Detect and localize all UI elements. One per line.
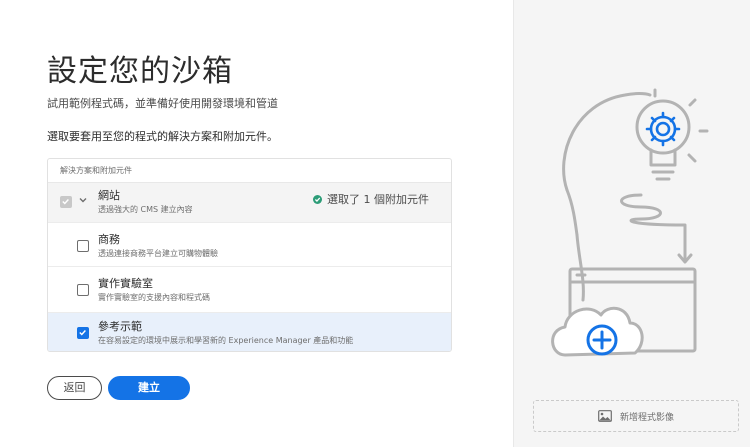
sites-description: 透過強大的 CMS 建立內容 xyxy=(98,205,193,214)
check-circle-icon xyxy=(313,194,322,204)
sites-title: 網站 xyxy=(98,189,120,202)
page-title: 設定您的沙箱 xyxy=(47,54,233,89)
solutions-list: 解決方案和附加元件 網站 透過強大的 CMS 建立內容 選取了 1 個附加元件 … xyxy=(47,158,452,352)
image-icon xyxy=(598,410,612,422)
labs-description: 實作實驗室的支援內容和程式碼 xyxy=(98,293,210,302)
main-panel: 設定您的沙箱 試用範例程式碼，並準備好使用開發環境和管道 選取要套用至您的程式的… xyxy=(0,0,513,447)
labs-title: 實作實驗室 xyxy=(98,277,153,290)
commerce-checkbox[interactable] xyxy=(77,240,89,252)
back-button[interactable]: 返回 xyxy=(47,376,102,400)
add-image-label: 新增程式影像 xyxy=(619,412,674,423)
solution-row-labs[interactable]: 實作實驗室 實作實驗室的支援內容和程式碼 xyxy=(48,267,451,313)
reference-demos-description: 在容易設定的環境中展示和學習新的 Experience Manager 產品和功… xyxy=(98,336,354,345)
create-button[interactable]: 建立 xyxy=(108,376,190,400)
chevron-down-icon[interactable] xyxy=(78,195,88,205)
reference-demos-checkbox[interactable] xyxy=(77,327,89,339)
sites-checkbox xyxy=(60,196,72,208)
reference-demos-title: 參考示範 xyxy=(98,320,142,333)
solution-row-commerce[interactable]: 商務 透過連接商務平台建立可購物體驗 xyxy=(48,223,451,267)
solution-row-sites[interactable]: 網站 透過強大的 CMS 建立內容 選取了 1 個附加元件 xyxy=(48,183,451,223)
commerce-description: 透過連接商務平台建立可購物體驗 xyxy=(98,249,218,258)
add-program-image-button[interactable]: 新增程式影像 xyxy=(533,400,739,432)
labs-checkbox[interactable] xyxy=(77,284,89,296)
addon-status-text: 選取了 1 個附加元件 xyxy=(327,193,429,206)
page-subtitle: 試用範例程式碼，並準備好使用開發環境和管道 xyxy=(47,97,278,110)
sandbox-illustration xyxy=(551,88,709,357)
commerce-title: 商務 xyxy=(98,233,120,246)
addon-status: 選取了 1 個附加元件 xyxy=(313,191,429,207)
solutions-list-header: 解決方案和附加元件 xyxy=(48,159,451,183)
selection-prompt: 選取要套用至您的程式的解決方案和附加元件。 xyxy=(47,130,278,143)
solution-row-reference-demos[interactable]: 參考示範 在容易設定的環境中展示和學習新的 Experience Manager… xyxy=(48,313,451,351)
